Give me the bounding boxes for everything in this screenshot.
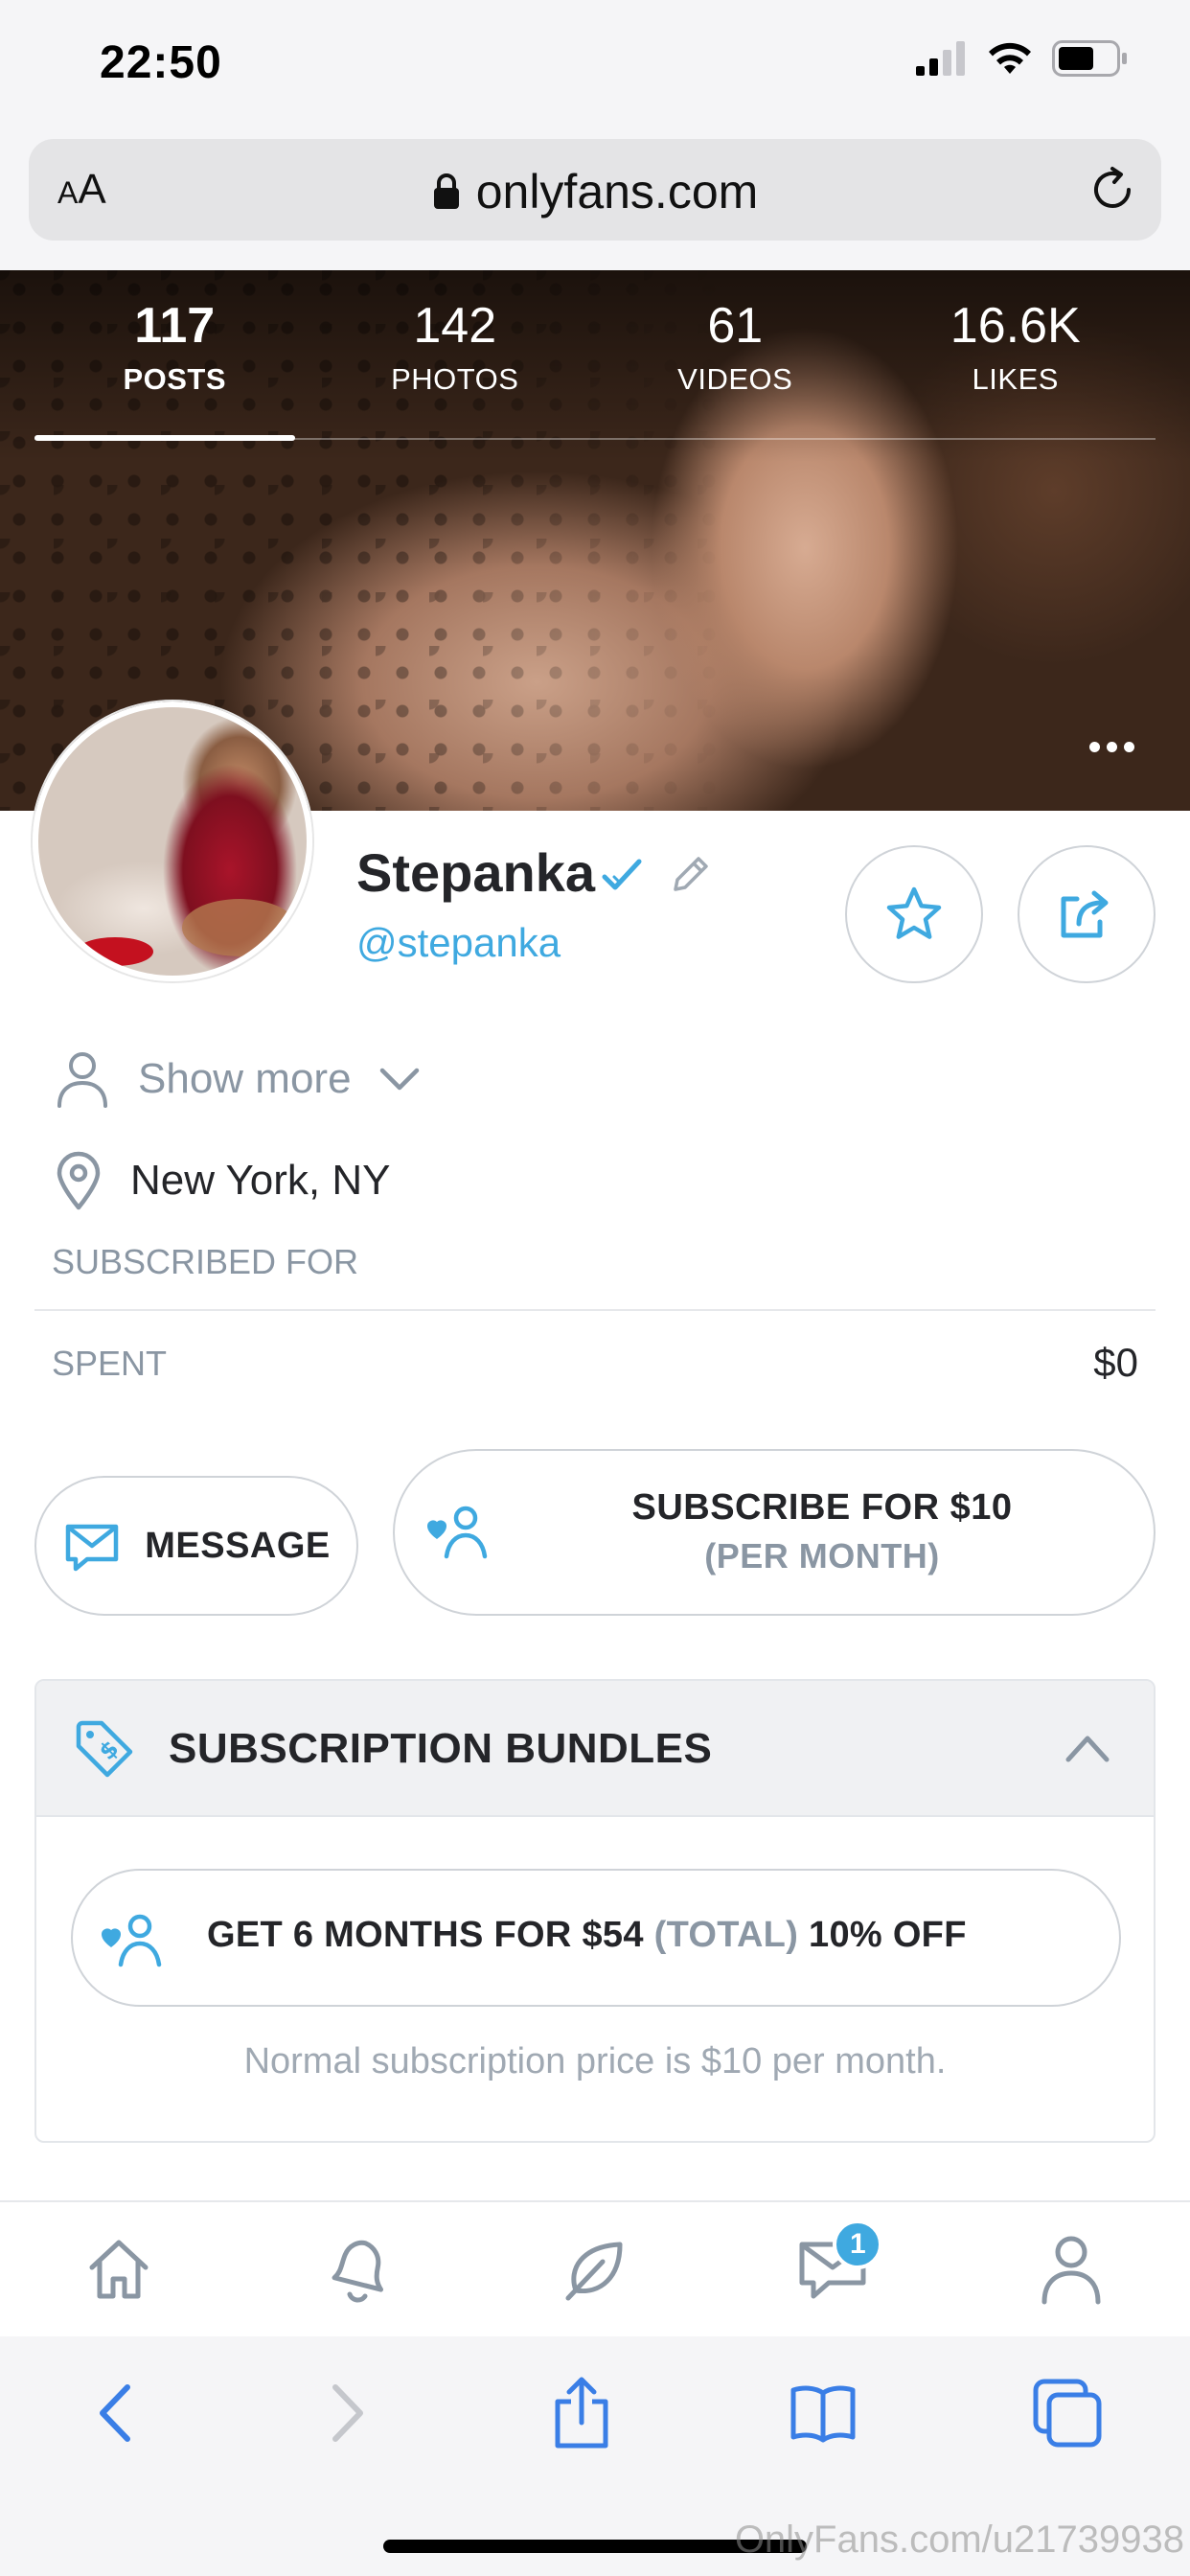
stat-label: POSTS <box>123 362 227 396</box>
subscribe-period-label: (PER MONTH) <box>704 1536 940 1576</box>
bundle-offer-main: GET 6 MONTHS FOR $54 <box>207 1915 644 1955</box>
chevron-down-icon <box>379 1068 419 1091</box>
subscribe-label: SUBSCRIBE FOR $10 <box>631 1487 1013 1528</box>
status-bar: 22:50 <box>0 0 1190 129</box>
profile-location: New York, NY <box>54 1150 390 1211</box>
stat-videos[interactable]: 61 VIDEOS <box>595 295 876 439</box>
tab-home[interactable] <box>61 2212 176 2327</box>
location-pin-icon <box>57 1151 101 1210</box>
stat-value: 61 <box>707 298 764 354</box>
profile-handle[interactable]: @stepanka <box>356 920 561 966</box>
price-tag-icon: $ <box>76 1720 133 1778</box>
divider <box>34 1309 1156 1311</box>
url-text: onlyfans.com <box>475 165 759 218</box>
star-icon <box>886 886 942 939</box>
stat-photos[interactable]: 142 PHOTOS <box>315 295 596 439</box>
chevron-up-icon[interactable] <box>1064 1731 1111 1765</box>
bell-icon <box>332 2240 383 2303</box>
back-icon[interactable] <box>87 2380 145 2447</box>
subscribed-for-label: SUBSCRIBED FOR <box>52 1242 359 1281</box>
status-time: 22:50 <box>100 37 222 88</box>
profile-icon <box>1041 2236 1101 2305</box>
stat-label: PHOTOS <box>391 362 519 396</box>
bundle-offer-button[interactable]: GET 6 MONTHS FOR $54 (TOTAL) 10% OFF <box>71 1869 1121 2007</box>
bottom-tab-bar: 1 <box>0 2200 1190 2336</box>
stat-likes[interactable]: 16.6K LIKES <box>876 295 1156 439</box>
browser-top-bar: AA onlyfans.com <box>0 129 1190 270</box>
message-button[interactable]: MESSAGE <box>34 1476 358 1616</box>
subscription-bundles-title: SUBSCRIPTION BUNDLES <box>169 1725 713 1772</box>
tab-profile[interactable] <box>1014 2212 1129 2327</box>
show-more-label: Show more <box>138 1055 352 1102</box>
stat-label: LIKES <box>972 362 1059 396</box>
address-bar[interactable]: AA onlyfans.com <box>29 139 1161 241</box>
subscribe-button[interactable]: SUBSCRIBE FOR $10 (PER MONTH) <box>393 1449 1156 1616</box>
stat-value: 117 <box>134 298 216 354</box>
home-icon <box>89 2240 149 2299</box>
active-tab-underline <box>34 435 295 441</box>
battery-icon <box>1052 40 1127 77</box>
share-icon <box>1061 890 1109 938</box>
tab-discover[interactable] <box>538 2212 652 2327</box>
tab-messages[interactable]: 1 <box>775 2212 890 2327</box>
bundle-offer-total: (TOTAL) <box>653 1915 799 1955</box>
watermark: OnlyFans.com/u21739938 <box>734 2518 1184 2561</box>
tab-notifications[interactable] <box>300 2212 415 2327</box>
lock-icon <box>433 173 459 209</box>
edit-pencil-icon[interactable] <box>668 853 712 897</box>
stat-posts[interactable]: 117 POSTS <box>34 295 315 439</box>
status-icons <box>916 40 1129 77</box>
wifi-icon <box>989 42 1031 74</box>
bundle-offer-label: GET 6 MONTHS FOR $54 (TOTAL) 10% OFF <box>207 1915 967 1956</box>
envelope-icon <box>65 1524 119 1572</box>
spent-label: SPENT <box>52 1344 168 1383</box>
share-profile-button[interactable] <box>1018 845 1156 983</box>
messages-badge: 1 <box>833 2220 883 2269</box>
avatar[interactable] <box>33 702 312 981</box>
subscribe-user-icon <box>427 1506 488 1559</box>
stat-value: 16.6K <box>950 298 1081 354</box>
show-more-toggle[interactable]: Show more <box>54 1048 421 1110</box>
more-options-icon[interactable] <box>1089 742 1134 752</box>
subscribe-user-icon <box>102 1914 162 1967</box>
stat-value: 142 <box>413 298 497 354</box>
stat-label: VIDEOS <box>677 362 793 396</box>
bookmarks-icon[interactable] <box>788 2381 858 2445</box>
verified-icon <box>602 859 642 890</box>
share-sheet-icon[interactable] <box>550 2375 613 2451</box>
reload-icon[interactable] <box>1087 164 1138 216</box>
person-icon <box>57 1052 107 1108</box>
profile-stats: 117 POSTS 142 PHOTOS 61 VIDEOS 16.6K LIK… <box>34 295 1156 439</box>
tabs-icon[interactable] <box>1032 2378 1103 2449</box>
browser-bottom-toolbar: OnlyFans.com/u21739938 <box>0 2336 1190 2576</box>
message-label: MESSAGE <box>145 1525 331 1566</box>
leaf-icon <box>565 2242 623 2301</box>
subscription-bundles-panel: $ SUBSCRIPTION BUNDLES GET 6 MONTHS FOR … <box>34 1679 1156 2143</box>
bundle-price-note: Normal subscription price is $10 per mon… <box>243 2041 947 2082</box>
spent-value: $0 <box>1093 1340 1138 1385</box>
cellular-signal-icon <box>916 41 965 76</box>
forward-icon[interactable] <box>318 2380 376 2447</box>
add-to-favorites-button[interactable] <box>845 845 983 983</box>
url-display[interactable]: onlyfans.com <box>29 164 1161 219</box>
location-label: New York, NY <box>130 1157 391 1204</box>
subscription-bundles-header[interactable]: $ SUBSCRIPTION BUNDLES <box>36 1681 1154 1817</box>
profile-name: Stepanka <box>356 842 595 903</box>
bundle-offer-discount: 10% OFF <box>809 1915 967 1955</box>
